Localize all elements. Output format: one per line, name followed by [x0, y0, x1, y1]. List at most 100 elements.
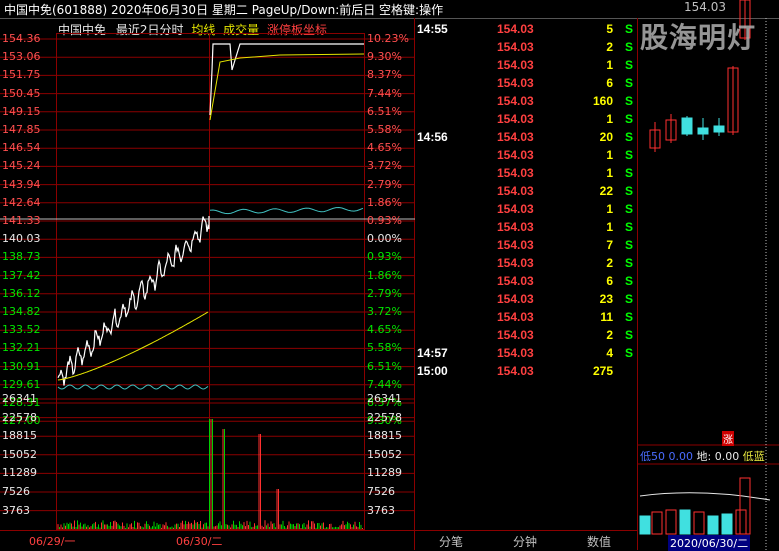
trade-side: S — [624, 220, 633, 234]
percent-tick-label: 4.65% — [367, 323, 402, 337]
volume-tick-label: 22578 — [2, 410, 37, 424]
trade-price: 154.03 — [497, 328, 534, 342]
percent-tick-label: 4.65% — [367, 141, 402, 155]
price-line — [57, 216, 210, 386]
price-tick-label: 143.94 — [2, 177, 41, 191]
trade-row: 154.03 1 S — [415, 220, 637, 238]
tab-ticks[interactable]: 分笔 — [439, 533, 463, 550]
legend-item: 低蓝 — [742, 450, 765, 463]
trade-price: 154.03 — [497, 58, 534, 72]
price-tick-label: 146.54 — [2, 141, 41, 155]
volume-tick-label: 3763 — [2, 503, 30, 517]
tab-values[interactable]: 数值 — [587, 533, 611, 550]
mini-volume-bar — [707, 515, 719, 535]
trade-price: 154.03 — [497, 256, 534, 270]
trade-vol: 11 — [600, 310, 613, 324]
trade-row: 14:56 154.03 20 S — [415, 130, 637, 148]
watermark-text: 股海明灯 — [640, 21, 757, 54]
trade-price: 154.03 — [497, 292, 534, 306]
trade-price: 154.03 — [497, 238, 534, 252]
compare-line-day2 — [209, 206, 364, 215]
percent-tick-label: 8.37% — [367, 68, 402, 82]
trade-side: S — [624, 94, 633, 108]
price-tick-label: 142.64 — [2, 195, 41, 209]
tab-minutes[interactable]: 分钟 — [513, 533, 537, 550]
trade-vol: 2 — [606, 40, 613, 54]
volume-tick-label: 18815 — [367, 429, 402, 443]
mini-volume-bar — [721, 513, 733, 535]
price-tick-label: 153.06 — [2, 50, 41, 64]
trade-side: S — [624, 130, 633, 144]
price-tick-label: 136.12 — [2, 286, 41, 300]
price-tick-label: 133.52 — [2, 323, 41, 337]
percent-tick-label: 3.72% — [367, 159, 402, 173]
trade-side: S — [624, 148, 633, 162]
date-label-day2: 06/30/二 — [176, 535, 223, 548]
volume-tick-label: 26341 — [2, 392, 37, 405]
price-tick-label: 149.15 — [2, 104, 41, 118]
trade-vol: 1 — [606, 58, 613, 72]
avg-price-line — [57, 311, 209, 381]
trade-price: 154.03 — [497, 202, 534, 216]
percent-tick-label: 10.23% — [367, 32, 409, 45]
trade-side: S — [624, 256, 633, 270]
trade-vol: 22 — [599, 184, 613, 198]
price-tick-label: 147.85 — [2, 123, 41, 136]
trade-vol: 2 — [606, 328, 613, 342]
trade-vol: 1 — [606, 148, 613, 162]
trade-price: 154.03 — [497, 166, 534, 180]
candle-body — [697, 127, 709, 135]
percent-tick-label: 0.93% — [367, 250, 402, 264]
trade-vol: 6 — [606, 76, 613, 90]
volume-tick-label: 7526 — [367, 485, 395, 498]
trade-time: 14:55 — [417, 22, 448, 36]
percent-tick-label: 5.58% — [367, 123, 402, 136]
trade-row: 154.03 11 S — [415, 310, 637, 328]
trade-side: S — [624, 58, 633, 72]
trade-vol: 275 — [592, 364, 613, 378]
volume-tick-label: 11289 — [367, 466, 402, 480]
trade-row: 154.03 1 S — [415, 148, 637, 166]
trade-price: 154.03 — [497, 310, 534, 324]
mini-legend: 低50 0.00 地: 0.00 低蓝 — [640, 448, 765, 464]
volume-tick-label: 26341 — [367, 392, 402, 405]
trade-vol: 1 — [606, 202, 613, 216]
trade-row: 154.03 2 S — [415, 328, 637, 346]
trade-price: 154.03 — [497, 346, 534, 360]
volume-tick-label: 11289 — [2, 466, 37, 480]
mini-volume-bar — [739, 477, 751, 535]
trade-side: S — [624, 76, 633, 90]
percent-tick-label: 5.58% — [367, 341, 402, 355]
trade-row: 154.03 2 S — [415, 256, 637, 274]
trade-row: 154.03 22 S — [415, 184, 637, 202]
trade-row: 154.03 1 S — [415, 202, 637, 220]
price-tick-label: 130.91 — [2, 359, 41, 373]
trade-row: 154.03 7 S — [415, 238, 637, 256]
volume-tick-label: 15052 — [367, 447, 402, 461]
trade-row: 154.03 1 S — [415, 58, 637, 76]
mini-volume-bar — [735, 509, 747, 535]
trade-price: 154.03 — [497, 112, 534, 126]
volume-tick-label: 18815 — [2, 429, 37, 443]
trade-side: S — [624, 184, 633, 198]
percent-tick-label: 1.86% — [367, 268, 402, 282]
percent-tick-label: 3.72% — [367, 305, 402, 318]
price-lines — [57, 43, 365, 390]
candle-body — [681, 117, 693, 135]
legend-item: 低50 — [640, 450, 665, 463]
legend-item: 0.00 — [668, 450, 694, 463]
trade-vol: 20 — [599, 130, 613, 144]
trade-vol: 4 — [606, 346, 613, 360]
trade-price: 154.03 — [497, 364, 534, 378]
price-tick-label: 141.33 — [2, 214, 41, 227]
compare-line — [57, 384, 209, 390]
trade-vol: 23 — [599, 292, 613, 306]
price-tick-label: 137.42 — [2, 268, 41, 282]
trade-price: 154.03 — [497, 184, 534, 198]
percent-tick-label: 6.51% — [367, 104, 402, 118]
trade-row: 154.03 6 S — [415, 76, 637, 94]
mini-volume-bar — [651, 511, 663, 535]
avg-price-line-day2 — [209, 53, 365, 121]
trade-side: S — [624, 310, 633, 324]
trade-price: 154.03 — [497, 274, 534, 288]
